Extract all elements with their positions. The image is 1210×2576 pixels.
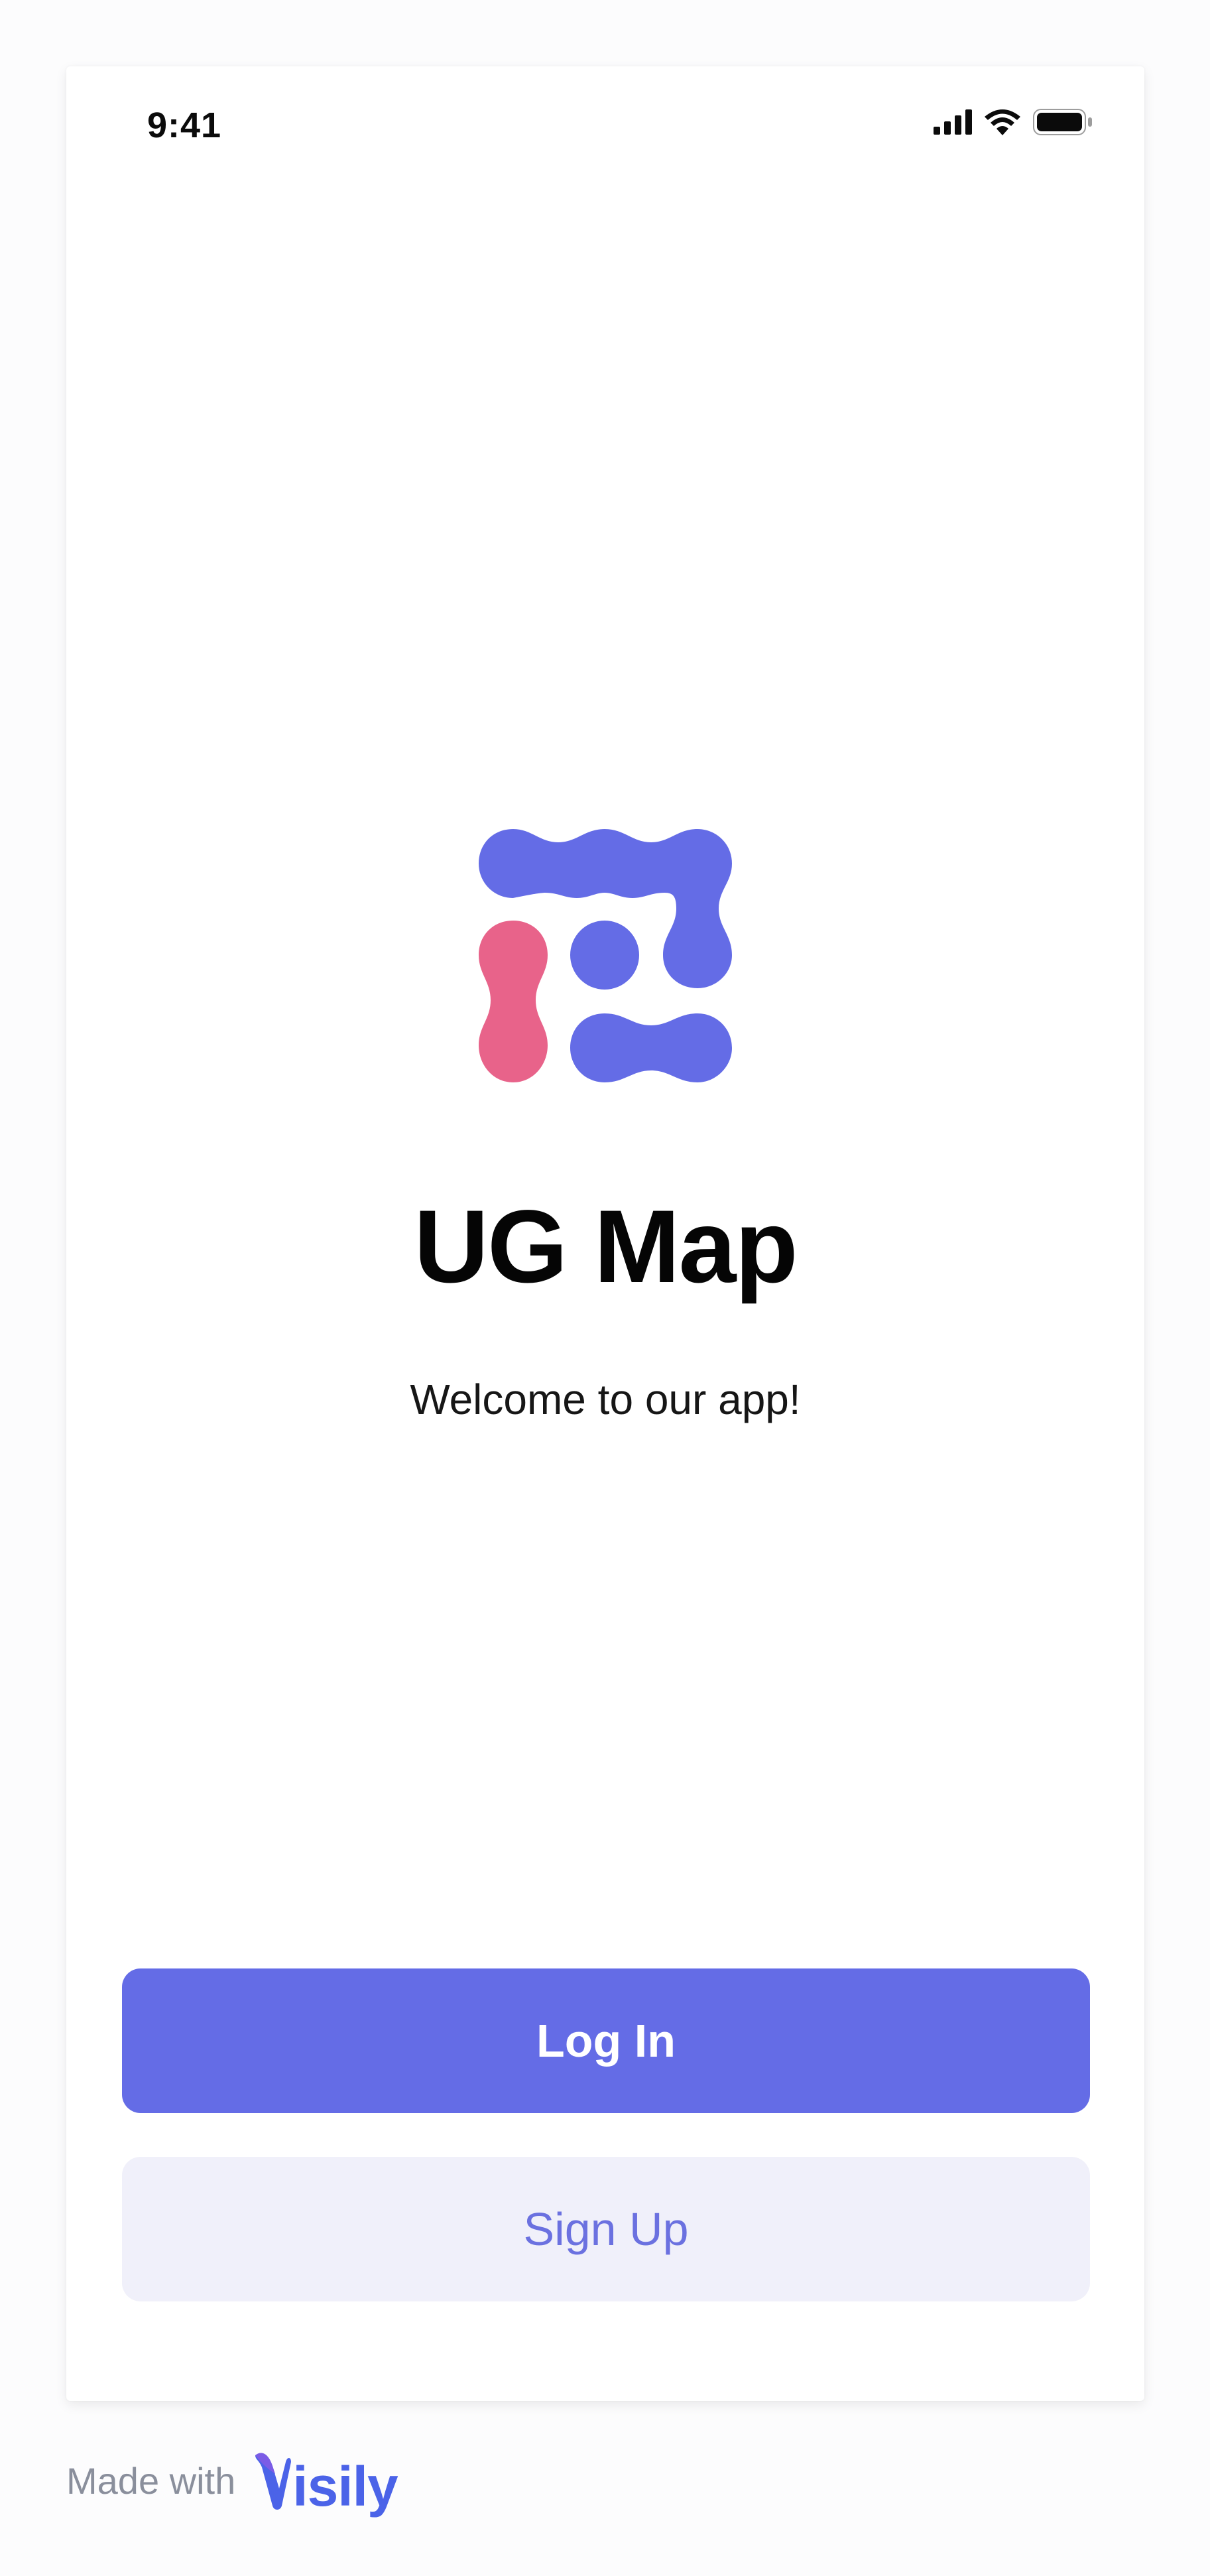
app-logo-icon	[479, 829, 732, 1082]
status-icons	[934, 109, 1093, 139]
status-time: 9:41	[147, 105, 222, 145]
login-button[interactable]: Log In	[122, 1968, 1090, 2113]
made-with-text: Made with	[66, 2460, 236, 2502]
visily-brand-text: isily	[292, 2455, 398, 2518]
page: 9:41 UG Map Welcome to our app! Log In S…	[0, 0, 1210, 2576]
signup-button[interactable]: Sign Up	[122, 2157, 1090, 2301]
battery-icon	[1033, 109, 1093, 139]
made-with-footer[interactable]: Made with isily	[66, 2447, 398, 2514]
welcome-tagline: Welcome to our app!	[410, 1376, 801, 1423]
visily-logo[interactable]: isily	[253, 2447, 398, 2518]
signal-icon	[934, 109, 972, 138]
phone-frame: 9:41 UG Map Welcome to our app! Log In S…	[66, 66, 1144, 2401]
app-title: UG Map	[414, 1189, 798, 1305]
wifi-icon	[984, 109, 1021, 139]
visily-logo-icon	[253, 2447, 292, 2514]
